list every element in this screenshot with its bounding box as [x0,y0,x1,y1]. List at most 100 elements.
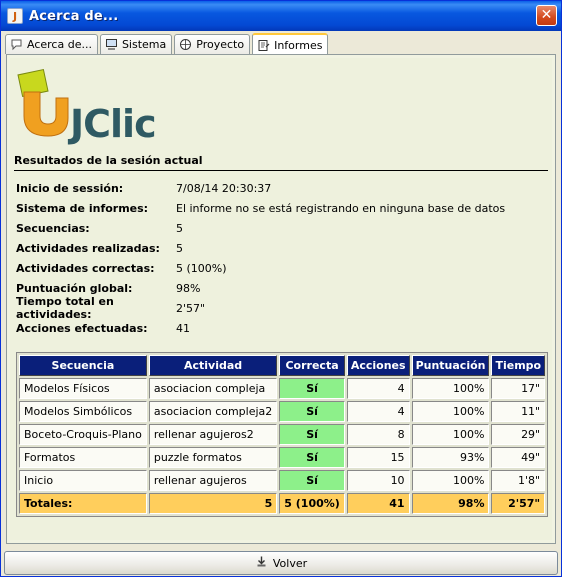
info-value: 41 [176,321,190,335]
jclic-logo: JClic [16,68,176,146]
column-header-puntuacion: Puntuación [411,355,490,376]
cell-correcta: Sí [279,424,345,445]
tab-sistema[interactable]: Sistema [99,34,173,54]
column-header-tiempo: Tiempo [491,355,546,376]
tab-informes[interactable]: Informes [252,33,329,55]
cell-puntuacion: 100% [411,401,490,422]
tab-label: Proyecto [196,38,245,51]
volver-label: Volver [272,556,308,570]
info-value: El informe no se está registrando en nin… [176,201,506,215]
cell-secuencia: Boceto-Croquis-Plano [19,424,147,445]
cell-puntuacion: 93% [411,447,490,468]
cell-actividad: puzzle formatos [148,447,278,468]
cell-correcta: Sí [279,378,345,399]
info-value: 5 (100%) [176,261,227,275]
table-row: Formatos puzzle formatos Sí 15 93% 49" [19,447,546,468]
close-button[interactable]: ✕ [536,5,557,26]
results-table: Secuencia Actividad Correcta Acciones Pu… [16,352,549,517]
cell-tiempo: 11" [491,401,546,422]
tab-label: Informes [274,38,323,52]
volver-button[interactable]: Volver [4,551,558,575]
cell-acciones: 4 [346,378,410,399]
info-label: Inicio de sessión: [16,181,124,195]
tab-acerca-de[interactable]: Acerca de... [5,34,98,54]
column-header-acciones: Acciones [346,355,410,376]
logo-text: JClic [70,102,157,146]
section-title: Resultados de la sesión actual [14,154,203,167]
report-icon [257,39,270,52]
tab-bar: Acerca de... Sistema Proyecto Informes [5,32,330,55]
info-label: Actividades correctas: [16,261,155,275]
cell-secuencia: Modelos Físicos [19,378,147,399]
tab-label: Sistema [121,38,167,51]
info-label: Puntuación global: [16,281,133,295]
totals-row: Totales: 5 5 (100%) 41 98% 2'57" [19,493,546,514]
info-label: Tiempo total en actividades: [16,295,114,321]
info-row: Actividades realizadas: 5 [16,238,556,258]
window-title: Acerca de... [29,8,119,24]
info-label: Secuencias: [16,221,90,235]
info-row: Inicio de sessión: 7/08/14 20:30:37 [16,178,556,198]
cell-actividad: asociacion compleja [148,378,278,399]
info-value: 2'57" [176,301,206,315]
cell-tiempo: 17" [491,378,546,399]
cell-acciones: 4 [346,401,410,422]
totals-label: Totales: [19,493,147,514]
computer-icon [105,38,118,51]
report-content: JClic Resultados de la sesión actual Ini… [10,58,552,540]
session-info: Inicio de sessión: 7/08/14 20:30:37 Siste… [16,178,556,338]
info-label: Acciones efectuadas: [16,321,148,335]
cell-tiempo: 1'8" [491,470,546,491]
info-row: Secuencias: 5 [16,218,556,238]
info-label: Sistema de informes: [16,201,149,215]
info-label: Actividades realizadas: [16,241,160,255]
totals-secuencias: 5 [148,493,278,514]
cell-actividad: asociacion compleja2 [148,401,278,422]
info-row: Acciones efectuadas: 41 [16,318,556,338]
cell-puntuacion: 100% [411,470,490,491]
back-icon [255,555,268,571]
cell-tiempo: 49" [491,447,546,468]
column-header-correcta: Correcta [279,355,345,376]
globe-icon [179,38,192,51]
info-value: 7/08/14 20:30:37 [176,181,272,195]
cell-acciones: 10 [346,470,410,491]
cell-tiempo: 29" [491,424,546,445]
totals-acciones: 41 [346,493,410,514]
cell-puntuacion: 100% [411,424,490,445]
table-row: Modelos Físicos asociacion compleja Sí 4… [19,378,546,399]
cell-correcta: Sí [279,401,345,422]
tab-proyecto[interactable]: Proyecto [174,34,251,54]
table-header-row: Secuencia Actividad Correcta Acciones Pu… [19,355,546,376]
cell-puntuacion: 100% [411,378,490,399]
info-value: 5 [176,221,183,235]
info-value: 5 [176,241,183,255]
info-row: Actividades correctas: 5 (100%) [16,258,556,278]
about-dialog: J Acerca de... ✕ Acerca de... Sistema Pr… [0,0,562,577]
cell-correcta: Sí [279,447,345,468]
speech-bubble-icon [10,38,23,51]
info-value: 98% [176,281,201,295]
info-row: Sistema de informes: El informe no se est… [16,198,556,218]
info-row: Tiempo total en actividades: 2'57" [16,295,556,321]
table-row: Boceto-Croquis-Plano rellenar agujeros2 … [19,424,546,445]
tab-label: Acerca de... [27,38,92,51]
column-header-actividad: Actividad [148,355,278,376]
column-header-secuencia: Secuencia [19,355,147,376]
cell-acciones: 15 [346,447,410,468]
totals-tiempo: 2'57" [491,493,546,514]
cell-correcta: Sí [279,470,345,491]
jclic-app-icon: J [7,8,23,24]
cell-actividad: rellenar agujeros [148,470,278,491]
report-panel: JClic Resultados de la sesión actual Ini… [6,54,556,544]
cell-secuencia: Modelos Simbólicos [19,401,147,422]
table-row: Inicio rellenar agujeros Sí 10 100% 1'8" [19,470,546,491]
cell-acciones: 8 [346,424,410,445]
cell-actividad: rellenar agujeros2 [148,424,278,445]
title-bar[interactable]: J Acerca de... ✕ [1,1,561,31]
totals-correctas: 5 (100%) [279,493,345,514]
totals-puntuacion: 98% [411,493,490,514]
cell-secuencia: Formatos [19,447,147,468]
cell-secuencia: Inicio [19,470,147,491]
table-row: Modelos Simbólicos asociacion compleja2 … [19,401,546,422]
